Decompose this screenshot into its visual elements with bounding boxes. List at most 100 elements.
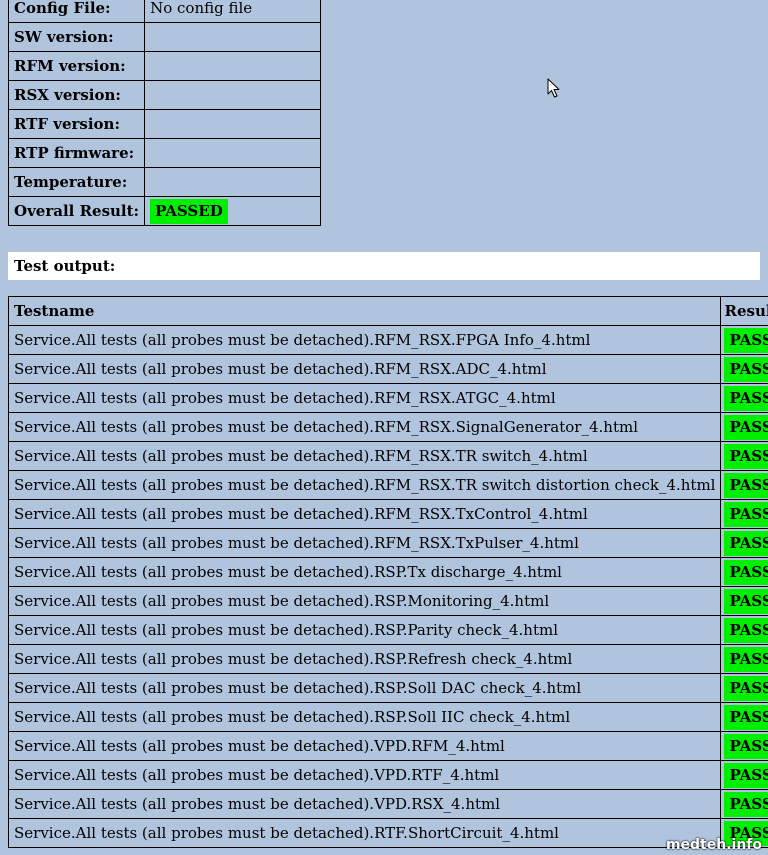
status-badge: PASSED bbox=[724, 646, 768, 672]
info-table: Config File: No config file SW version: … bbox=[7, 0, 322, 226]
testname-cell: Service.All tests (all probes must be de… bbox=[7, 470, 722, 500]
info-label: RFM version: bbox=[7, 51, 146, 81]
info-row-overall-result: Overall Result: PASSED bbox=[7, 196, 322, 226]
result-cell: PASSED bbox=[720, 586, 768, 616]
status-badge: PASSED bbox=[724, 385, 768, 411]
result-cell: PASSED bbox=[720, 644, 768, 674]
result-cell: PASSED bbox=[720, 702, 768, 732]
testname-cell: Service.All tests (all probes must be de… bbox=[7, 499, 722, 529]
testname-cell: Service.All tests (all probes must be de… bbox=[7, 789, 722, 819]
report-page: Config File: No config file SW version: … bbox=[0, 0, 768, 855]
status-badge: PASSED bbox=[724, 791, 768, 817]
table-row: Service.All tests (all probes must be de… bbox=[7, 702, 768, 732]
table-row: Service.All tests (all probes must be de… bbox=[7, 325, 768, 355]
info-label: Config File: bbox=[7, 0, 146, 23]
table-row: Service.All tests (all probes must be de… bbox=[7, 586, 768, 616]
info-value bbox=[144, 167, 322, 197]
overall-status-badge: PASSED bbox=[150, 198, 228, 224]
result-cell: PASSED bbox=[720, 499, 768, 529]
table-row: Service.All tests (all probes must be de… bbox=[7, 470, 768, 500]
result-cell: PASSED bbox=[720, 325, 768, 355]
testname-cell: Service.All tests (all probes must be de… bbox=[7, 731, 722, 761]
status-badge: PASSED bbox=[724, 733, 768, 759]
result-cell: PASSED bbox=[720, 354, 768, 384]
info-row-temperature: Temperature: bbox=[7, 167, 322, 197]
info-row-sw-version: SW version: bbox=[7, 22, 322, 52]
testname-cell: Service.All tests (all probes must be de… bbox=[7, 325, 722, 355]
status-badge: PASSED bbox=[724, 588, 768, 614]
status-badge: PASSED bbox=[724, 559, 768, 585]
testname-cell: Service.All tests (all probes must be de… bbox=[7, 702, 722, 732]
testname-cell: Service.All tests (all probes must be de… bbox=[7, 644, 722, 674]
table-row: Service.All tests (all probes must be de… bbox=[7, 412, 768, 442]
status-badge: PASSED bbox=[724, 704, 768, 730]
testname-cell: Service.All tests (all probes must be de… bbox=[7, 528, 722, 558]
info-value bbox=[144, 51, 322, 81]
table-row: Service.All tests (all probes must be de… bbox=[7, 354, 768, 384]
testname-cell: Service.All tests (all probes must be de… bbox=[7, 673, 722, 703]
table-row: Service.All tests (all probes must be de… bbox=[7, 644, 768, 674]
mouse-pointer-icon bbox=[547, 78, 561, 102]
info-label: Overall Result: bbox=[7, 196, 146, 226]
table-row: Service.All tests (all probes must be de… bbox=[7, 818, 768, 848]
table-row: Service.All tests (all probes must be de… bbox=[7, 441, 768, 471]
results-table: Testname Result Service.All tests (all p… bbox=[7, 296, 768, 848]
status-badge: PASSED bbox=[724, 327, 768, 353]
info-label: RTP firmware: bbox=[7, 138, 146, 168]
status-badge: PASSED bbox=[724, 617, 768, 643]
results-header-row: Testname Result bbox=[7, 296, 768, 326]
results-body: Service.All tests (all probes must be de… bbox=[7, 325, 768, 848]
testname-cell: Service.All tests (all probes must be de… bbox=[7, 760, 722, 790]
status-badge: PASSED bbox=[724, 530, 768, 556]
table-row: Service.All tests (all probes must be de… bbox=[7, 731, 768, 761]
info-value bbox=[144, 138, 322, 168]
result-cell: PASSED bbox=[720, 383, 768, 413]
status-badge: PASSED bbox=[724, 501, 768, 527]
testname-cell: Service.All tests (all probes must be de… bbox=[7, 441, 722, 471]
table-row: Service.All tests (all probes must be de… bbox=[7, 528, 768, 558]
result-cell: PASSED bbox=[720, 789, 768, 819]
status-badge: PASSED bbox=[724, 443, 768, 469]
result-cell: PASSED bbox=[720, 441, 768, 471]
table-row: Service.All tests (all probes must be de… bbox=[7, 760, 768, 790]
testname-cell: Service.All tests (all probes must be de… bbox=[7, 818, 722, 848]
table-row: Service.All tests (all probes must be de… bbox=[7, 615, 768, 645]
testname-cell: Service.All tests (all probes must be de… bbox=[7, 383, 722, 413]
info-value bbox=[144, 22, 322, 52]
info-row-rtp-firmware: RTP firmware: bbox=[7, 138, 322, 168]
info-value bbox=[144, 80, 322, 110]
info-label: Temperature: bbox=[7, 167, 146, 197]
result-cell: PASSED bbox=[720, 673, 768, 703]
testname-cell: Service.All tests (all probes must be de… bbox=[7, 557, 722, 587]
info-label: SW version: bbox=[7, 22, 146, 52]
column-header-result: Result bbox=[720, 296, 768, 326]
info-label: RTF version: bbox=[7, 109, 146, 139]
test-output-heading: Test output: bbox=[8, 252, 760, 280]
overall-result-cell: PASSED bbox=[144, 196, 322, 226]
result-cell: PASSED bbox=[720, 760, 768, 790]
table-row: Service.All tests (all probes must be de… bbox=[7, 383, 768, 413]
info-row-rfm-version: RFM version: bbox=[7, 51, 322, 81]
info-value: No config file bbox=[144, 0, 322, 23]
column-header-testname: Testname bbox=[7, 296, 722, 326]
status-badge: PASSED bbox=[724, 472, 768, 498]
status-badge: PASSED bbox=[724, 414, 768, 440]
result-cell: PASSED bbox=[720, 470, 768, 500]
result-cell: PASSED bbox=[720, 528, 768, 558]
info-row-rtf-version: RTF version: bbox=[7, 109, 322, 139]
info-label: RSX version: bbox=[7, 80, 146, 110]
watermark: medteh.info bbox=[665, 837, 762, 853]
info-row-config-file: Config File: No config file bbox=[7, 0, 322, 23]
table-row: Service.All tests (all probes must be de… bbox=[7, 557, 768, 587]
result-cell: PASSED bbox=[720, 412, 768, 442]
result-cell: PASSED bbox=[720, 731, 768, 761]
info-row-rsx-version: RSX version: bbox=[7, 80, 322, 110]
result-cell: PASSED bbox=[720, 615, 768, 645]
testname-cell: Service.All tests (all probes must be de… bbox=[7, 354, 722, 384]
info-value bbox=[144, 109, 322, 139]
testname-cell: Service.All tests (all probes must be de… bbox=[7, 615, 722, 645]
table-row: Service.All tests (all probes must be de… bbox=[7, 499, 768, 529]
table-row: Service.All tests (all probes must be de… bbox=[7, 789, 768, 819]
result-cell: PASSED bbox=[720, 557, 768, 587]
testname-cell: Service.All tests (all probes must be de… bbox=[7, 586, 722, 616]
